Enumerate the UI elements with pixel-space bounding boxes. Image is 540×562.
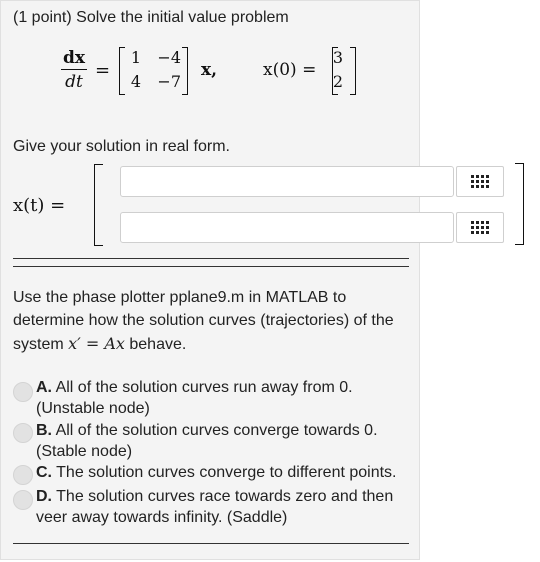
ivp-equation: dx dt = 1 −4 4 −7 x, x(0) = 3 2 [61,43,401,103]
ic-value-2: 2 [332,72,344,91]
equals-sign: = [95,60,111,81]
question-text-part2: behave. [124,336,187,353]
option-b-radio[interactable] [13,423,33,443]
option-d-text: The solution curves race towards zero an… [36,488,394,526]
bottom-divider [13,543,409,544]
problem-panel: (1 point) Solve the initial value proble… [0,0,504,560]
points-label: (1 point) [13,9,72,26]
option-b[interactable]: B. All of the solution curves converge t… [13,420,413,462]
option-b-letter: B. [36,422,52,439]
system-equation: x′ = Ax [68,334,125,353]
ic-right-bracket [350,47,356,95]
section-divider [13,266,409,267]
matrix-cell-11: 1 [130,48,141,67]
solution-input-2[interactable] [120,212,454,243]
option-b-text: All of the solution curves converge towa… [36,422,378,460]
option-a[interactable]: A. All of the solution curves run away f… [13,377,413,419]
grid-icon [471,175,489,188]
option-c-label[interactable]: C. The solution curves converge to diffe… [36,462,416,483]
option-c-radio[interactable] [13,465,33,485]
derivative-fraction: dx dt [61,47,88,94]
option-c-letter: C. [36,464,52,481]
initial-condition-label: x(0) = [263,60,317,80]
ic-value-1: 3 [332,48,344,67]
option-a-letter: A. [36,379,52,396]
matrix-entry-button-2[interactable] [456,212,504,243]
option-d[interactable]: D. The solution curves race towards zero… [13,486,413,528]
matrix-right-bracket [182,47,188,95]
option-a-label[interactable]: A. All of the solution curves run away f… [36,377,416,419]
derivative-denominator: dt [65,72,83,92]
matrix-cell-12: −4 [157,48,181,67]
solution-right-bracket [515,163,524,245]
instruction-text: Solve the initial value problem [76,9,289,26]
state-vector-x: x, [201,60,218,80]
option-c-text: The solution curves converge to differen… [56,464,397,481]
section-divider [13,258,409,259]
grid-icon [471,221,489,234]
solution-left-bracket [94,164,103,246]
solution-label: x(t) = [13,195,66,216]
option-a-radio[interactable] [13,382,33,402]
matrix-cell-21: 4 [130,72,141,91]
question-text: Use the phase plotter pplane9.m in MATLA… [13,286,413,356]
derivative-numerator: dx [61,48,88,70]
option-a-text: All of the solution curves run away from… [36,379,353,417]
option-b-label[interactable]: B. All of the solution curves converge t… [36,420,416,462]
option-d-radio[interactable] [13,490,33,510]
option-d-letter: D. [36,488,52,505]
solution-input-1[interactable] [120,166,454,197]
option-d-label[interactable]: D. The solution curves race towards zero… [36,486,416,528]
option-c[interactable]: C. The solution curves converge to diffe… [13,462,416,485]
real-form-prompt: Give your solution in real form. [13,138,230,155]
matrix-cell-22: −7 [157,72,181,91]
problem-header: (1 point) Solve the initial value proble… [13,9,289,27]
matrix-entry-button-1[interactable] [456,166,504,197]
